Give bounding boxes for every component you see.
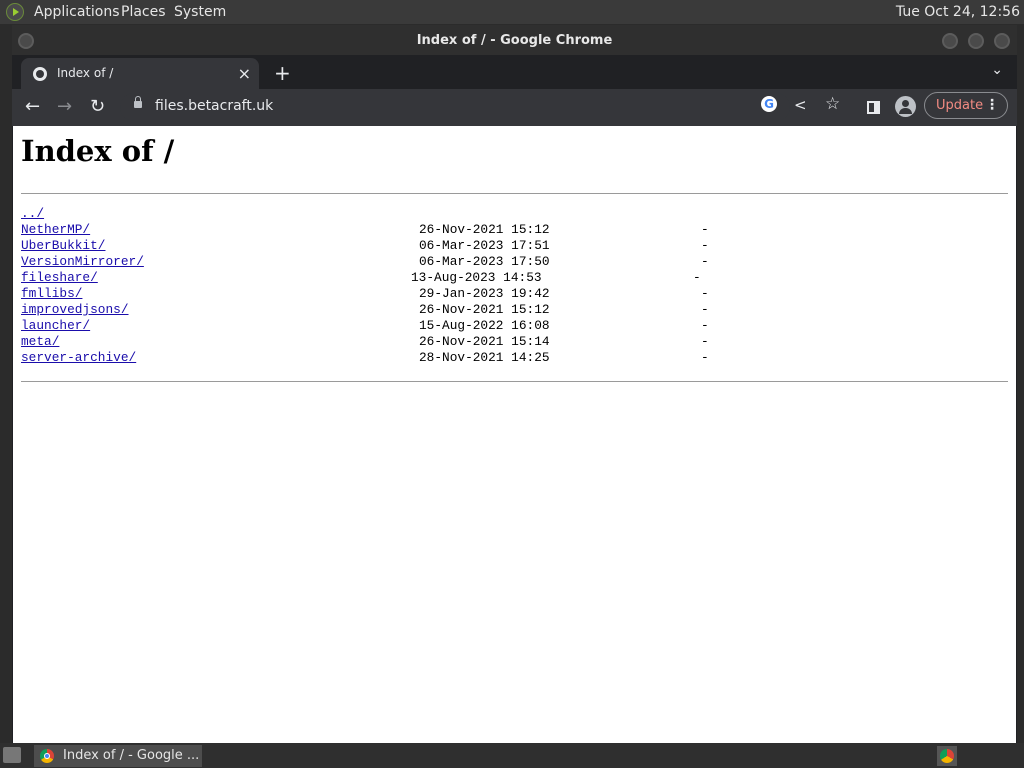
maximize-button[interactable] xyxy=(968,33,984,49)
browser-window: Index of / - Google Chrome Index of / × … xyxy=(12,25,1017,743)
close-tab-icon[interactable]: × xyxy=(238,64,251,83)
entry-link[interactable]: server-archive/ xyxy=(21,350,136,366)
minimize-button[interactable] xyxy=(942,33,958,49)
update-label: Update xyxy=(936,98,984,113)
list-item: fileshare/ 13-Aug-2023 14:53 - xyxy=(21,270,701,286)
menu-system[interactable]: System xyxy=(174,4,226,20)
google-lens-icon[interactable]: G xyxy=(761,96,777,112)
taskbar: Index of / - Google ... xyxy=(0,743,1024,768)
tab-search-chevron-icon[interactable]: ⌄ xyxy=(991,62,1003,78)
show-desktop-icon[interactable] xyxy=(3,747,21,763)
entry-date: 13-Aug-2023 14:53 xyxy=(411,270,542,285)
entry-link[interactable]: launcher/ xyxy=(21,318,90,334)
window-titlebar[interactable]: Index of / - Google Chrome xyxy=(12,25,1017,55)
address-bar[interactable]: files.betacraft.uk xyxy=(120,93,790,121)
profile-avatar-icon[interactable] xyxy=(895,96,916,117)
tab-strip: Index of / × + ⌄ xyxy=(12,55,1017,89)
menu-places[interactable]: Places xyxy=(121,4,166,20)
parent-directory-link[interactable]: ../ xyxy=(21,206,44,222)
entry-date: 06-Mar-2023 17:51 xyxy=(419,238,550,253)
entry-size: - xyxy=(701,254,709,269)
new-tab-button[interactable]: + xyxy=(274,61,291,85)
entry-link[interactable]: UberBukkit/ xyxy=(21,238,105,254)
entry-link[interactable]: NetherMP/ xyxy=(21,222,90,238)
globe-icon xyxy=(33,67,47,81)
tab-index[interactable]: Index of / × xyxy=(21,58,259,89)
entry-link[interactable]: fmllibs/ xyxy=(21,286,82,302)
directory-listing: ../ NetherMP/ 26-Nov-2021 15:12 - UberBu… xyxy=(21,206,709,366)
list-item: server-archive/ 28-Nov-2021 14:25 - xyxy=(21,350,709,366)
entry-date: 15-Aug-2022 16:08 xyxy=(419,318,550,333)
top-divider xyxy=(21,193,1008,194)
reload-button[interactable]: ↻ xyxy=(90,97,105,117)
entry-size: - xyxy=(693,270,701,285)
lock-icon[interactable] xyxy=(134,96,142,108)
forward-button[interactable]: → xyxy=(57,97,72,117)
entry-size: - xyxy=(701,238,709,253)
entry-size: - xyxy=(701,318,709,333)
menu-logo-icon[interactable] xyxy=(6,3,24,21)
list-item: launcher/ 15-Aug-2022 16:08 - xyxy=(21,318,709,334)
top-panel: Applications Places System Tue Oct 24, 1… xyxy=(0,0,1024,24)
entry-date: 29-Jan-2023 19:42 xyxy=(419,286,550,301)
tab-title: Index of / xyxy=(57,66,114,80)
list-item: fmllibs/ 29-Jan-2023 19:42 - xyxy=(21,286,709,302)
taskbar-item-chrome[interactable]: Index of / - Google ... xyxy=(34,745,202,767)
entry-date: 28-Nov-2021 14:25 xyxy=(419,350,550,365)
list-item: meta/ 26-Nov-2021 15:14 - xyxy=(21,334,709,350)
entry-link[interactable]: VersionMirrorer/ xyxy=(21,254,144,270)
window-title: Index of / - Google Chrome xyxy=(416,33,613,48)
update-button[interactable]: Update ⋮ xyxy=(924,92,1008,119)
menu-applications[interactable]: Applications xyxy=(34,4,120,20)
bookmark-star-icon[interactable]: ☆ xyxy=(825,94,840,114)
entry-date: 26-Nov-2021 15:12 xyxy=(419,222,550,237)
list-item: improvedjsons/ 26-Nov-2021 15:12 - xyxy=(21,302,709,318)
entry-size: - xyxy=(701,222,709,237)
page-content: Index of / ../ NetherMP/ 26-Nov-2021 15:… xyxy=(13,126,1016,743)
entry-size: - xyxy=(701,302,709,317)
entry-size: - xyxy=(701,286,709,301)
entry-size: - xyxy=(701,350,709,365)
clock[interactable]: Tue Oct 24, 12:56 xyxy=(896,4,1020,20)
page-title: Index of / xyxy=(21,134,175,168)
entry-date: 26-Nov-2021 15:14 xyxy=(419,334,550,349)
side-panel-icon[interactable] xyxy=(867,101,880,114)
entry-link[interactable]: improvedjsons/ xyxy=(21,302,129,318)
entry-size: - xyxy=(701,334,709,349)
kebab-menu-icon[interactable]: ⋮ xyxy=(985,93,999,118)
list-item: VersionMirrorer/ 06-Mar-2023 17:50 - xyxy=(21,254,709,270)
share-icon[interactable]: < xyxy=(794,96,807,114)
bottom-divider xyxy=(21,381,1008,382)
browser-toolbar: ← → ↻ files.betacraft.uk G < ☆ Update ⋮ xyxy=(12,89,1017,126)
tray-chrome-icon[interactable] xyxy=(937,746,957,766)
window-menu-button[interactable] xyxy=(18,33,34,49)
list-item: UberBukkit/ 06-Mar-2023 17:51 - xyxy=(21,238,709,254)
taskbar-item-label: Index of / - Google ... xyxy=(63,748,200,763)
url-text[interactable]: files.betacraft.uk xyxy=(155,98,273,114)
list-item: ../ xyxy=(21,206,82,222)
entry-link[interactable]: fileshare/ xyxy=(21,270,98,286)
entry-link[interactable]: meta/ xyxy=(21,334,59,350)
back-button[interactable]: ← xyxy=(25,97,40,117)
list-item: NetherMP/ 26-Nov-2021 15:12 - xyxy=(21,222,709,238)
entry-date: 26-Nov-2021 15:12 xyxy=(419,302,550,317)
chrome-icon xyxy=(40,749,54,763)
entry-date: 06-Mar-2023 17:50 xyxy=(419,254,550,269)
close-window-button[interactable] xyxy=(994,33,1010,49)
